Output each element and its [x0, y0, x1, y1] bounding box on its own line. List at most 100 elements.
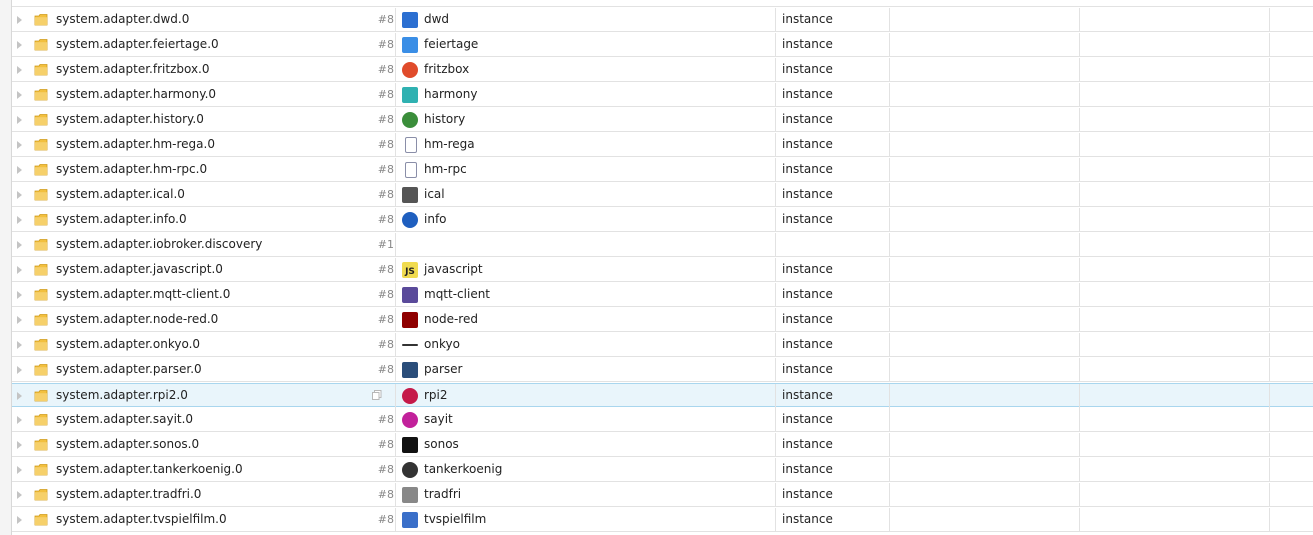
table-row[interactable]: system.adapter.sayit.0 #8 sayit instance — [12, 408, 1313, 432]
child-count: #8 — [377, 288, 394, 301]
table-row[interactable]: system.adapter.harmony.0 #8 harmony inst… — [12, 83, 1313, 107]
expand-arrow-icon[interactable] — [17, 316, 22, 324]
fuel-icon — [402, 462, 418, 478]
folder-icon — [34, 239, 48, 251]
name-column-cell: hm-rpc — [395, 158, 787, 182]
adapter-title: info — [424, 212, 447, 226]
expand-arrow-icon[interactable] — [17, 116, 22, 124]
table-row[interactable]: system.adapter.rpi2.0 rpi2 instance — [12, 383, 1313, 408]
expand-arrow-icon[interactable] — [17, 441, 22, 449]
expand-arrow-icon[interactable] — [17, 291, 22, 299]
expand-arrow-icon[interactable] — [17, 41, 22, 49]
clock-icon — [402, 112, 418, 128]
empty-cell — [1269, 133, 1313, 157]
adapter-title: hm-rega — [424, 137, 475, 151]
empty-cell — [1079, 283, 1270, 307]
adapter-title: hm-rpc — [424, 162, 467, 176]
table-row[interactable]: system.adapter.tankerkoenig.0 #8 tankerk… — [12, 458, 1313, 482]
empty-cell — [1269, 433, 1313, 457]
name-column-cell: harmony — [395, 83, 787, 107]
table-row[interactable]: system.adapter.feiertage.0 #8 feiertage … — [12, 33, 1313, 57]
empty-cell — [889, 108, 1080, 132]
parser-icon — [402, 362, 418, 378]
object-id: system.adapter.feiertage.0 — [56, 37, 219, 51]
folder-icon — [34, 114, 48, 126]
role-cell: instance — [775, 333, 896, 357]
sonos-icon — [402, 437, 418, 453]
expand-arrow-icon[interactable] — [17, 241, 22, 249]
child-count: #8 — [377, 13, 394, 26]
name-cell: system.adapter.info.0 — [12, 208, 394, 232]
empty-cell — [1269, 258, 1313, 282]
name-cell: system.adapter.javascript.0 — [12, 258, 394, 282]
name-column-cell: node-red — [395, 308, 787, 332]
table-row[interactable]: system.adapter.fritzbox.0 #8 fritzbox in… — [12, 58, 1313, 82]
table-row[interactable]: system.adapter.hm-rega.0 #8 hm-rega inst… — [12, 133, 1313, 157]
empty-cell — [1079, 333, 1270, 357]
expand-arrow-icon[interactable] — [17, 366, 22, 374]
empty-cell — [889, 83, 1080, 107]
fritzbox-icon — [402, 62, 418, 78]
expand-arrow-icon[interactable] — [17, 266, 22, 274]
expand-arrow-icon[interactable] — [17, 392, 22, 400]
object-id: system.adapter.history.0 — [56, 112, 204, 126]
table-row[interactable]: system.adapter.parser.0 #8 parser instan… — [12, 358, 1313, 382]
folder-icon — [34, 314, 48, 326]
expand-arrow-icon[interactable] — [17, 341, 22, 349]
expand-arrow-icon[interactable] — [17, 466, 22, 474]
table-row[interactable]: system.adapter.node-red.0 #8 node-red in… — [12, 308, 1313, 332]
expand-arrow-icon[interactable] — [17, 491, 22, 499]
folder-icon — [34, 414, 48, 426]
name-column-cell: JS javascript — [395, 258, 787, 282]
table-row[interactable]: system.adapter.tradfri.0 #8 tradfri inst… — [12, 483, 1313, 507]
dwd-icon — [402, 12, 418, 28]
table-row[interactable]: system.adapter.hm-rpc.0 #8 hm-rpc instan… — [12, 158, 1313, 182]
adapter-title: history — [424, 112, 466, 126]
expand-arrow-icon[interactable] — [17, 16, 22, 24]
table-row[interactable]: system.adapter.history.0 #8 history inst… — [12, 108, 1313, 132]
expand-arrow-icon[interactable] — [17, 416, 22, 424]
expand-arrow-icon[interactable] — [17, 91, 22, 99]
folder-icon — [34, 189, 48, 201]
role-cell: instance — [775, 433, 896, 457]
copy-icon[interactable] — [372, 390, 382, 400]
empty-cell — [1269, 458, 1313, 482]
table-row[interactable]: system.adapter.info.0 #8 info instance — [12, 208, 1313, 232]
empty-cell — [1079, 158, 1270, 182]
empty-cell — [1079, 308, 1270, 332]
empty-cell — [889, 483, 1080, 507]
raspberry-icon — [402, 388, 418, 404]
adapter-title: tradfri — [424, 487, 462, 501]
empty-cell — [1079, 458, 1270, 482]
table-row[interactable]: system.adapter.tvspielfilm.0 #8 tvspielf… — [12, 508, 1313, 532]
expand-arrow-icon[interactable] — [17, 216, 22, 224]
adapter-title: parser — [424, 362, 463, 376]
name-column-cell: onkyo — [395, 333, 787, 357]
table-row[interactable]: system.adapter.mqtt-client.0 #8 mqtt-cli… — [12, 283, 1313, 307]
object-id: system.adapter.info.0 — [56, 212, 187, 226]
empty-cell — [1269, 208, 1313, 232]
table-row[interactable]: system.adapter.ical.0 #8 ical instance — [12, 183, 1313, 207]
harmony-icon — [402, 87, 418, 103]
empty-cell — [1079, 133, 1270, 157]
name-column-cell: history — [395, 108, 787, 132]
table-row[interactable]: system.adapter.javascript.0 #8 JS javasc… — [12, 258, 1313, 282]
name-cell: system.adapter.node-red.0 — [12, 308, 394, 332]
expand-arrow-icon[interactable] — [17, 166, 22, 174]
table-row[interactable]: system.adapter.dwd.0 #8 dwd instance — [12, 8, 1313, 32]
table-row[interactable]: system.adapter.iobroker.discovery #1 — [12, 233, 1313, 257]
sayit-icon — [402, 412, 418, 428]
adapter-title: javascript — [424, 262, 483, 276]
role-cell: instance — [775, 483, 896, 507]
role-cell: instance — [775, 83, 896, 107]
expand-arrow-icon[interactable] — [17, 516, 22, 524]
folder-icon — [34, 289, 48, 301]
expand-arrow-icon[interactable] — [17, 141, 22, 149]
name-cell: system.adapter.sonos.0 — [12, 433, 394, 457]
table-row[interactable]: system.adapter.sonos.0 #8 sonos instance — [12, 433, 1313, 457]
table-row[interactable]: system.adapter.onkyo.0 #8 onkyo instance — [12, 333, 1313, 357]
name-column-cell: ical — [395, 183, 787, 207]
empty-cell — [889, 333, 1080, 357]
expand-arrow-icon[interactable] — [17, 191, 22, 199]
expand-arrow-icon[interactable] — [17, 66, 22, 74]
